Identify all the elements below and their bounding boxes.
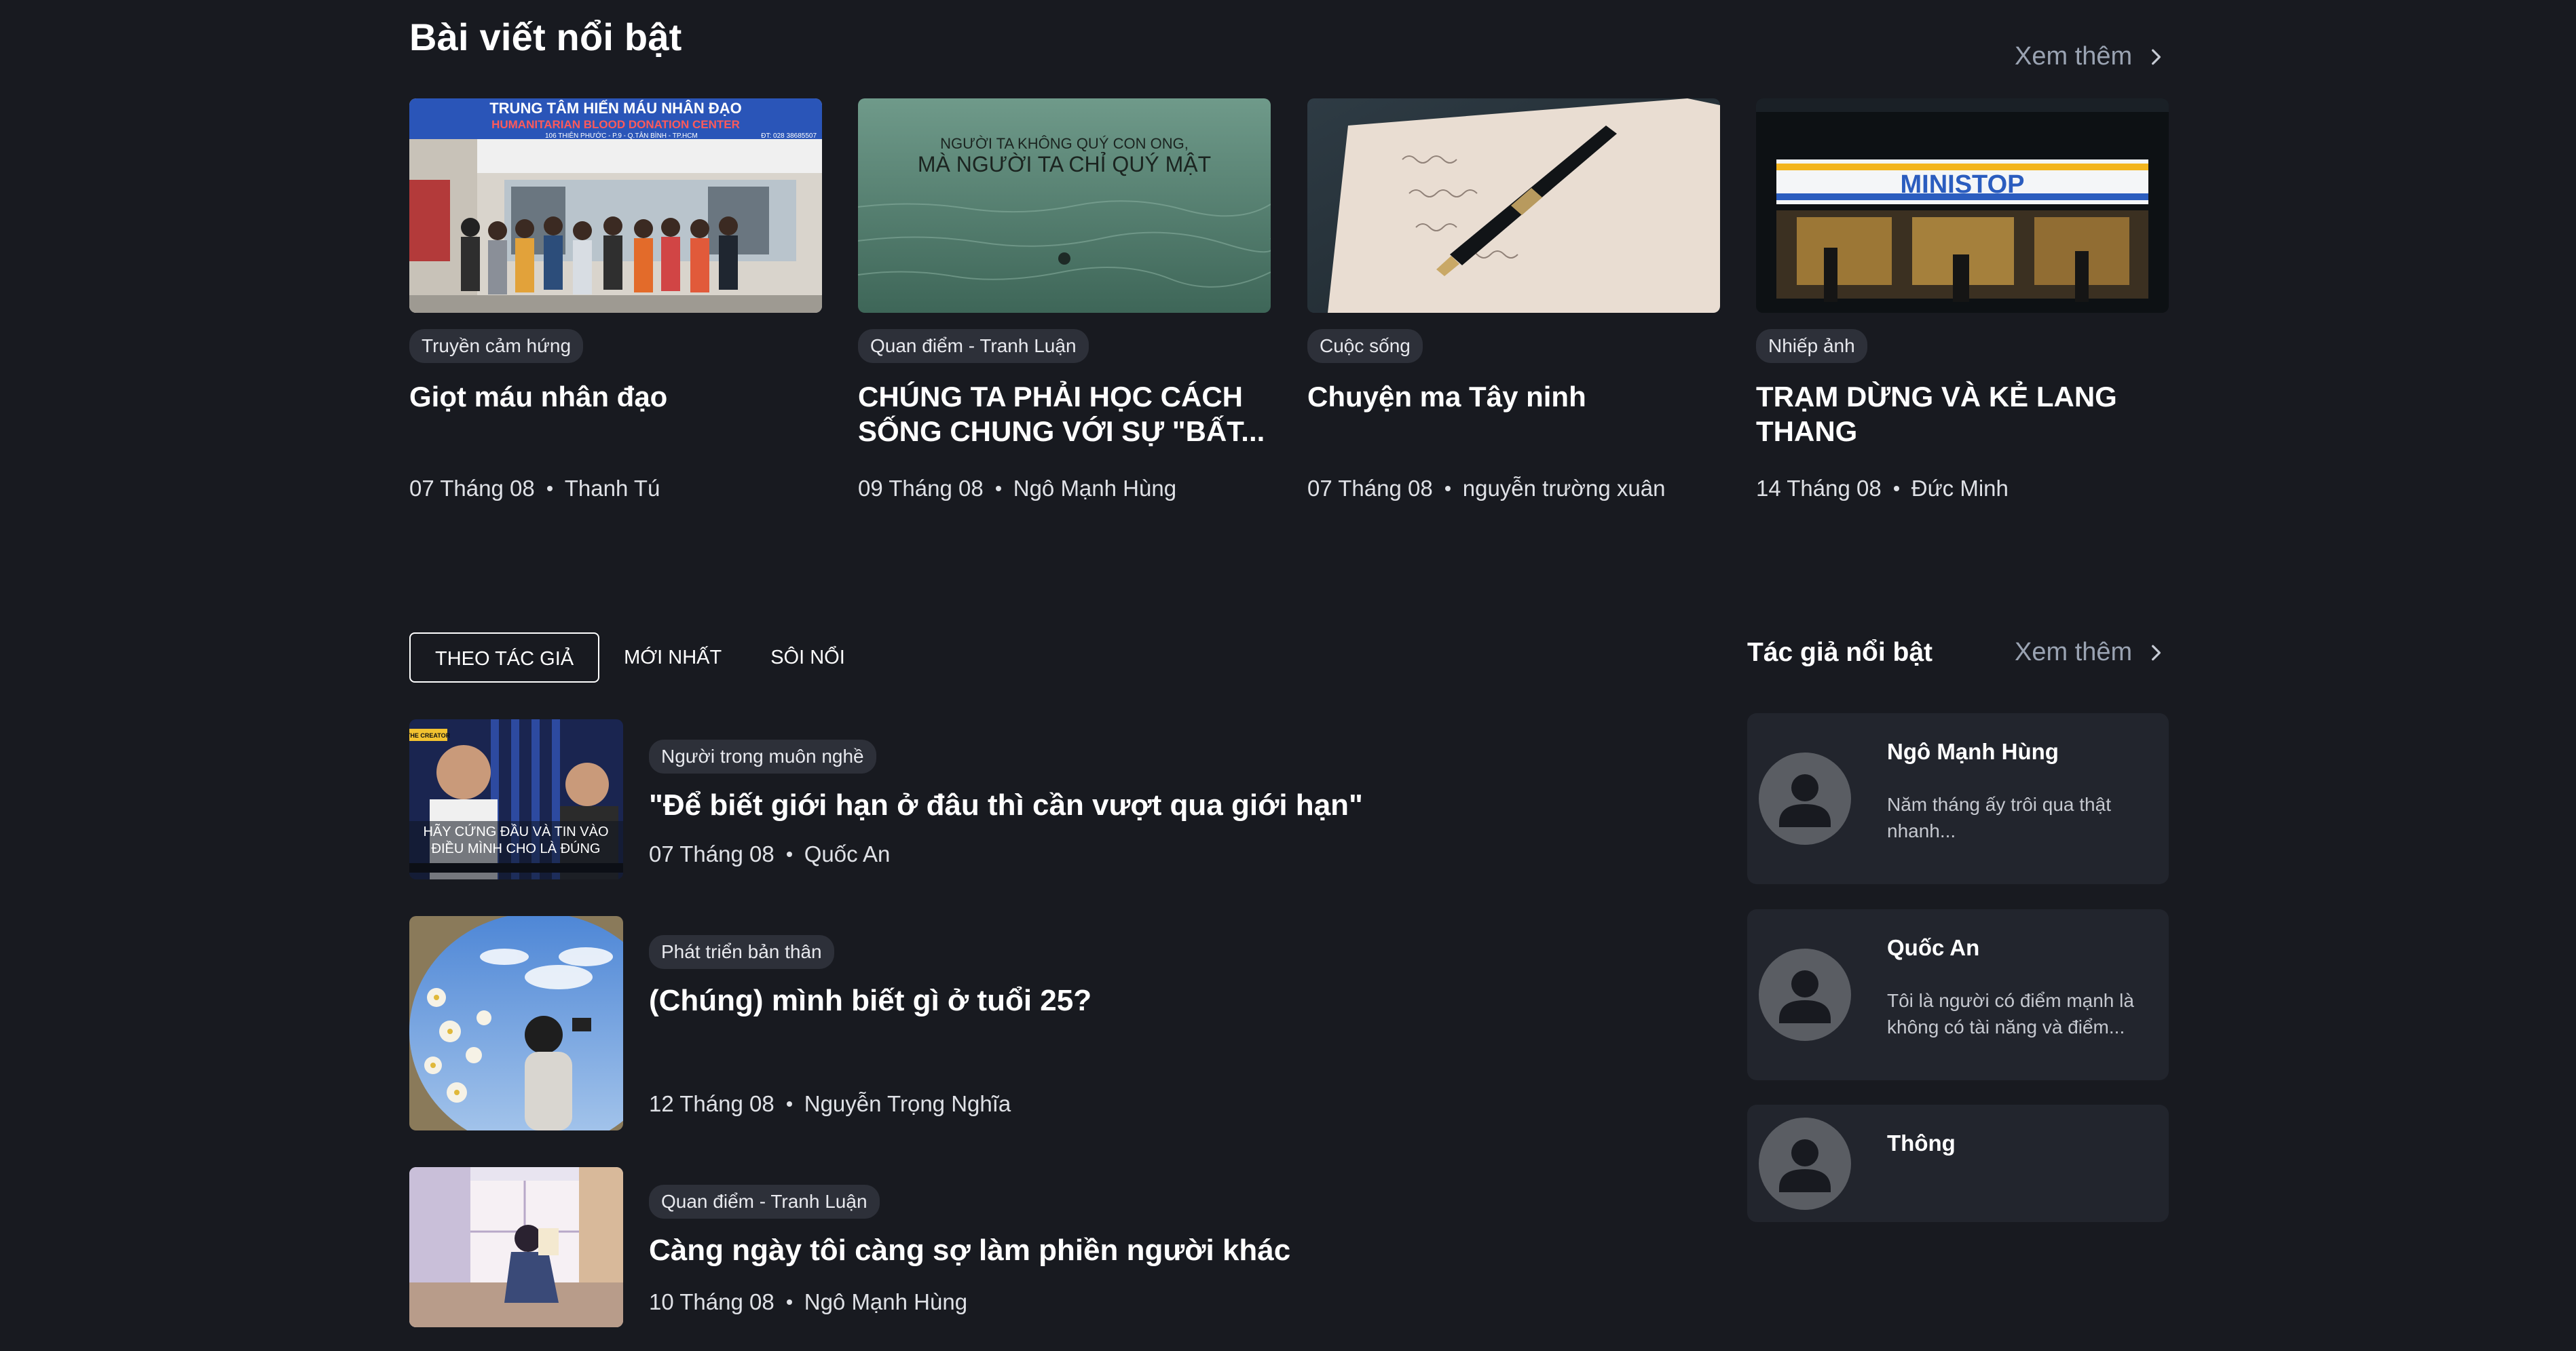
chevron-right-icon (2152, 49, 2161, 64)
separator-dot (786, 1299, 792, 1305)
post-meta: 07 Tháng 08 Thanh Tú (409, 476, 822, 501)
post-meta: 07 Tháng 08 nguyễn trường xuân (1307, 476, 1720, 501)
author-card[interactable]: Thông (1747, 1105, 2169, 1222)
featured-card-image[interactable]: NGƯỜI TA KHÔNG QUÝ CON ONG, MÀ NGƯỜI TA … (858, 98, 1271, 313)
post-title[interactable]: Càng ngày tôi càng sợ làm phiền người kh… (649, 1234, 1699, 1268)
featured-card-title[interactable]: TRẠM DỪNG VÀ KẺ LANG THANG (1756, 379, 2169, 449)
category-tag[interactable]: Nhiếp ảnh (1756, 329, 1867, 363)
post-date: 09 Tháng 08 (858, 475, 984, 501)
category-tag[interactable]: Quan điểm - Tranh Luận (858, 329, 1089, 363)
separator-dot (546, 485, 553, 491)
post-title[interactable]: "Để biết giới hạn ở đâu thì cần vượt qua… (649, 788, 1699, 822)
featured-see-more-link[interactable]: Xem thêm (2015, 42, 2165, 71)
post-title[interactable]: (Chúng) mình biết gì ở tuổi 25? (649, 984, 1699, 1018)
post-filter-tabs: THEO TÁC GIẢ MỚI NHẤT SÔI NỔI (409, 632, 870, 683)
svg-text:ĐT: 028 38685507: ĐT: 028 38685507 (761, 132, 817, 140)
author-card[interactable]: Quốc An Tôi là người có điểm mạnh là khô… (1747, 909, 2169, 1080)
separator-dot (1444, 485, 1451, 491)
svg-text:MINISTOP: MINISTOP (1901, 170, 2025, 199)
tab-latest[interactable]: MỚI NHẤT (599, 632, 746, 683)
separator-dot (1893, 485, 1899, 491)
author-card[interactable]: Ngô Mạnh Hùng Năm tháng ấy trôi qua thật… (1747, 713, 2169, 884)
svg-text:NGƯỜI TA KHÔNG QUÝ CON ONG,: NGƯỜI TA KHÔNG QUÝ CON ONG, (940, 135, 1189, 152)
see-more-label: Xem thêm (2015, 42, 2133, 71)
author-name[interactable]: Quốc An (1887, 935, 1979, 961)
post-date: 07 Tháng 08 (409, 475, 535, 501)
svg-text:106 THIÊN PHƯỚC - P.9 - Q.TÂN: 106 THIÊN PHƯỚC - P.9 - Q.TÂN BÌNH - TP.… (545, 131, 698, 140)
post-author[interactable]: Ngô Mạnh Hùng (804, 1289, 967, 1315)
category-tag[interactable]: Truyền cảm hứng (409, 329, 584, 363)
user-silhouette-icon[interactable] (1759, 949, 1851, 1041)
svg-text:MÀ NGƯỜI TA CHỈ QUÝ MẬT: MÀ NGƯỜI TA CHỈ QUÝ MẬT (918, 152, 1211, 176)
post-thumbnail[interactable]: THE CREATOR HÃY CỨNG ĐẦU VÀ TIN VÀO ĐIỀU… (409, 719, 623, 879)
post-author[interactable]: Nguyễn Trọng Nghĩa (804, 1091, 1011, 1117)
post-meta: 10 Tháng 08 Ngô Mạnh Hùng (649, 1289, 1699, 1315)
featured-card-image[interactable] (1307, 98, 1720, 313)
post-meta: 09 Tháng 08 Ngô Mạnh Hùng (858, 476, 1271, 501)
featured-card[interactable]: TRUNG TÂM HIẾN MÁU NHÂN ĐẠO HUMANITARIAN… (409, 98, 822, 501)
svg-text:THE CREATOR: THE CREATOR (409, 732, 451, 739)
post-author[interactable]: Quốc An (804, 841, 891, 867)
featured-card[interactable]: MINISTOP Nhiếp ảnh TRẠM DỪNG VÀ KẺ LANG … (1756, 98, 2169, 501)
post-meta: 12 Tháng 08 Nguyễn Trọng Nghĩa (649, 1091, 1699, 1117)
featured-card-image[interactable]: TRUNG TÂM HIẾN MÁU NHÂN ĐẠO HUMANITARIAN… (409, 98, 822, 313)
category-tag[interactable]: Người trong muôn nghề (649, 740, 876, 774)
category-tag[interactable]: Quan điểm - Tranh Luận (649, 1185, 880, 1219)
featured-card-title[interactable]: CHÚNG TA PHẢI HỌC CÁCH SỐNG CHUNG VỚI SỰ… (858, 379, 1271, 449)
post-date: 10 Tháng 08 (649, 1289, 774, 1314)
post-date: 07 Tháng 08 (649, 841, 774, 867)
featured-section-title: Bài viết nổi bật (409, 16, 682, 58)
post-meta: 07 Tháng 08 Quốc An (649, 841, 1699, 867)
tab-by-author[interactable]: THEO TÁC GIẢ (409, 632, 600, 683)
post-date: 12 Tháng 08 (649, 1090, 774, 1116)
featured-card[interactable]: Cuộc sống Chuyện ma Tây ninh 07 Tháng 08… (1307, 98, 1720, 501)
list-item[interactable]: Phát triển bản thân (Chúng) mình biết gì… (409, 916, 1699, 1130)
featured-card[interactable]: NGƯỜI TA KHÔNG QUÝ CON ONG, MÀ NGƯỜI TA … (858, 98, 1271, 501)
tab-trending[interactable]: SÔI NỔI (746, 632, 870, 683)
svg-text:TRUNG TÂM HIẾN MÁU NHÂN ĐẠO: TRUNG TÂM HIẾN MÁU NHÂN ĐẠO (489, 100, 742, 117)
see-more-label: Xem thêm (2015, 638, 2133, 666)
author-bio: Tôi là người có điểm mạnh là không có tà… (1887, 990, 2134, 1038)
list-item[interactable]: Quan điểm - Tranh Luận Càng ngày tôi càn… (409, 1167, 1699, 1327)
post-date: 07 Tháng 08 (1307, 475, 1433, 501)
authors-see-more-link[interactable]: Xem thêm (2015, 638, 2165, 667)
author-name[interactable]: Ngô Mạnh Hùng (1887, 739, 2059, 765)
category-tag[interactable]: Cuộc sống (1307, 329, 1423, 363)
user-silhouette-icon[interactable] (1759, 1118, 1851, 1210)
post-author[interactable]: Ngô Mạnh Hùng (1013, 476, 1176, 501)
author-name[interactable]: Thông (1887, 1130, 1956, 1156)
list-item[interactable]: THE CREATOR HÃY CỨNG ĐẦU VÀ TIN VÀO ĐIỀU… (409, 719, 1699, 879)
separator-dot (786, 851, 792, 857)
separator-dot (786, 1101, 792, 1107)
author-bio: Năm tháng ấy trôi qua thật nhanh... (1887, 794, 2111, 841)
post-body: Người trong muôn nghề "Để biết giới hạn … (649, 719, 1699, 879)
featured-card-title[interactable]: Giọt máu nhân đạo (409, 379, 822, 449)
svg-text:HÃY CỨNG ĐẦU VÀ TIN VÀO: HÃY CỨNG ĐẦU VÀ TIN VÀO (423, 823, 608, 839)
post-author[interactable]: nguyễn trường xuân (1463, 476, 1666, 501)
featured-authors-title: Tác giả nổi bật (1747, 638, 1933, 667)
post-body: Phát triển bản thân (Chúng) mình biết gì… (649, 916, 1699, 1130)
svg-text:ĐIỀU MÌNH CHO LÀ ĐÚNG: ĐIỀU MÌNH CHO LÀ ĐÚNG (432, 841, 601, 856)
post-body: Quan điểm - Tranh Luận Càng ngày tôi càn… (649, 1167, 1699, 1327)
post-author[interactable]: Đức Minh (1911, 476, 2009, 501)
post-thumbnail[interactable] (409, 1167, 623, 1327)
post-meta: 14 Tháng 08 Đức Minh (1756, 476, 2169, 501)
post-thumbnail[interactable] (409, 916, 623, 1130)
svg-text:HUMANITARIAN BLOOD DONATION CE: HUMANITARIAN BLOOD DONATION CENTER (491, 118, 740, 131)
user-silhouette-icon[interactable] (1759, 753, 1851, 845)
featured-card-image[interactable]: MINISTOP (1756, 98, 2169, 313)
category-tag[interactable]: Phát triển bản thân (649, 935, 834, 969)
chevron-right-icon (2152, 645, 2161, 660)
featured-card-title[interactable]: Chuyện ma Tây ninh (1307, 379, 1720, 449)
separator-dot (995, 485, 1001, 491)
post-date: 14 Tháng 08 (1756, 475, 1882, 501)
post-author[interactable]: Thanh Tú (565, 476, 660, 501)
